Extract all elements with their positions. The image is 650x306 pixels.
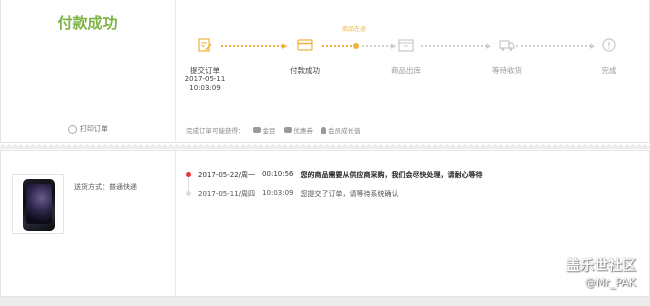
order-progress: ▶ 商品在途 ▶ ▶ ▶ 提交订单 2017-05-11 10:03:09 付款… bbox=[175, 0, 650, 120]
progress-connector bbox=[421, 45, 487, 47]
step-label-outbound: 商品出库 bbox=[391, 66, 421, 75]
log-time: 10:03:09 bbox=[262, 189, 294, 197]
reward-label: 金豆 bbox=[262, 127, 276, 135]
step-time: 10:03:09 bbox=[189, 84, 221, 92]
watermark-user: @Mr_PAK bbox=[584, 276, 636, 289]
step-label-awaiting: 等待收货 bbox=[492, 66, 522, 75]
order-status-title: 付款成功 bbox=[57, 14, 118, 32]
log-dot-current bbox=[186, 172, 191, 177]
progress-connector bbox=[362, 45, 392, 47]
order-submit-icon bbox=[198, 38, 212, 52]
phone-image bbox=[23, 179, 55, 231]
reward-member: 会员成长值 bbox=[321, 125, 361, 135]
payment-card-icon bbox=[297, 39, 313, 51]
log-entry: 2017-05-11/周四 10:03:09 您提交了订单，请等待系统确认 bbox=[198, 189, 399, 199]
arrow-icon: ▶ bbox=[590, 42, 596, 50]
progress-connector bbox=[322, 45, 352, 47]
reward-coins: 金豆 bbox=[252, 125, 276, 135]
print-order-button[interactable]: 打印订单 bbox=[68, 124, 108, 134]
current-progress-dot bbox=[353, 43, 359, 49]
arrow-icon: ▶ bbox=[282, 42, 288, 50]
watermark-community: 盖乐世社区 bbox=[566, 258, 636, 274]
in-transit-label: 商品在途 bbox=[342, 26, 367, 33]
complete-icon bbox=[602, 38, 616, 52]
progress-connector bbox=[516, 45, 591, 47]
log-message: 您的商品需要从供应商采购，我们会尽快处理，请耐心等待 bbox=[300, 171, 483, 179]
shipping-method: 送货方式：普通快递 bbox=[74, 183, 137, 191]
print-icon bbox=[68, 124, 77, 134]
delivery-truck-icon bbox=[499, 40, 515, 51]
coins-icon bbox=[252, 127, 261, 133]
step-label-complete: 完成 bbox=[601, 66, 617, 75]
log-time: 00:10:56 bbox=[262, 170, 294, 178]
step-time-submit: 2017-05-11 10:03:09 bbox=[170, 75, 240, 93]
arrow-icon: ▶ bbox=[486, 42, 492, 50]
reward-label: 优惠券 bbox=[293, 127, 314, 135]
log-dot bbox=[186, 191, 191, 196]
member-icon bbox=[321, 126, 326, 134]
phone-screen bbox=[26, 184, 52, 224]
product-image[interactable] bbox=[12, 174, 64, 234]
zigzag-separator bbox=[0, 143, 650, 150]
rewards-prefix: 完成订单可能获得： bbox=[186, 127, 245, 135]
coupon-icon bbox=[283, 127, 292, 133]
progress-connector bbox=[221, 45, 283, 47]
log-date: 2017-05-22/周一 bbox=[198, 171, 256, 179]
log-date: 2017-05-11/周四 bbox=[198, 190, 256, 198]
log-message: 您提交了订单，请等待系统确认 bbox=[300, 190, 399, 198]
log-entry: 2017-05-22/周一 00:10:56 您的商品需要从供应商采购，我们会尽… bbox=[198, 170, 483, 180]
step-label-paid: 付款成功 bbox=[290, 66, 320, 75]
reward-coupon: 优惠券 bbox=[283, 125, 314, 135]
panel-divider bbox=[175, 151, 176, 296]
step-date: 2017-05-11 bbox=[184, 75, 226, 83]
arrow-icon: ▶ bbox=[391, 42, 397, 50]
rewards-row: 完成订单可能获得： 金豆 优惠券 会员成长值 bbox=[186, 125, 361, 135]
print-order-label: 打印订单 bbox=[80, 125, 108, 133]
reward-label: 会员成长值 bbox=[328, 127, 361, 135]
warehouse-icon bbox=[398, 39, 414, 52]
